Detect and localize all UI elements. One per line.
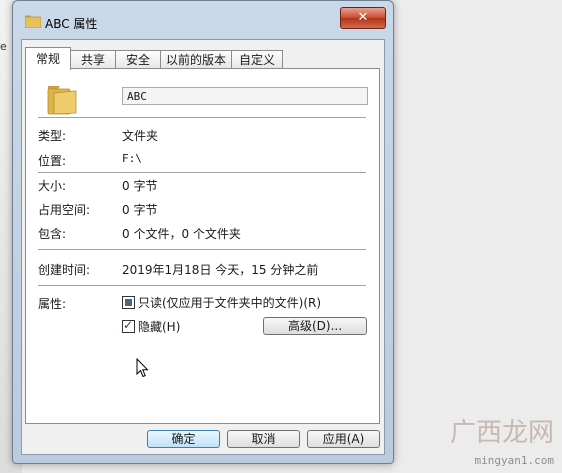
close-icon: ✕ (357, 10, 369, 25)
contains-value: 0 个文件，0 个文件夹 (122, 227, 241, 241)
dialog-client-area: 常规 共享 安全 以前的版本 自定义 ABC 类型: 文件夹 位置: F:\ 大… (21, 39, 385, 455)
close-button[interactable]: ✕ (340, 7, 386, 29)
title-bar[interactable]: ABC 属性 ✕ (13, 1, 393, 37)
created-label: 创建时间: (38, 263, 91, 277)
tab-general[interactable]: 常规 (25, 47, 71, 70)
tab-previous-versions[interactable]: 以前的版本 (160, 50, 232, 69)
mouse-cursor-icon (136, 358, 149, 378)
tab-security[interactable]: 安全 (115, 50, 161, 69)
type-value: 文件夹 (122, 129, 159, 143)
apply-button[interactable]: 应用(A) (307, 430, 380, 448)
separator (38, 285, 366, 287)
background-desktop-right: 广西龙网 mingyan1.com (392, 0, 562, 473)
properties-dialog: ABC 属性 ✕ 常规 共享 安全 以前的版本 自定义 ABC 类型: 文件夹 … (12, 0, 394, 464)
ok-button[interactable]: 确定 (147, 430, 220, 448)
hidden-checkbox[interactable] (122, 318, 135, 333)
folder-icon (25, 15, 41, 28)
separator (38, 172, 366, 174)
type-label: 类型: (38, 129, 67, 143)
location-label: 位置: (38, 154, 67, 168)
attributes-label: 属性: (38, 297, 67, 311)
tab-customize[interactable]: 自定义 (231, 50, 283, 69)
tab-sharing[interactable]: 共享 (70, 50, 116, 69)
location-value: F:\ (122, 152, 142, 165)
separator (38, 249, 366, 251)
contains-label: 包含: (38, 227, 67, 241)
window-title: ABC 属性 (45, 17, 98, 31)
created-value: 2019年1月18日 今天，15 分钟之前 (122, 263, 319, 277)
cancel-button[interactable]: 取消 (227, 430, 300, 448)
folder-name-input[interactable]: ABC (122, 87, 368, 105)
folder-large-icon (47, 86, 77, 115)
size-on-disk-value: 0 字节 (122, 203, 158, 217)
watermark-url: mingyan1.com (474, 454, 554, 467)
size-label: 大小: (38, 179, 67, 193)
advanced-button[interactable]: 高级(D)... (263, 317, 367, 335)
size-on-disk-label: 占用空间: (38, 203, 91, 217)
general-tab-panel: ABC 类型: 文件夹 位置: F:\ 大小: 0 字节 占用空间: 0 字节 … (25, 68, 380, 424)
watermark-text: 广西龙网 (449, 418, 554, 448)
separator (38, 117, 366, 119)
readonly-label: 只读(仅应用于文件夹中的文件)(R) (138, 296, 322, 310)
readonly-checkbox-row[interactable]: 只读(仅应用于文件夹中的文件)(R) (122, 296, 321, 310)
readonly-checkbox[interactable] (122, 296, 135, 309)
hidden-checkbox-row[interactable]: 隐藏(H) (122, 318, 181, 334)
hidden-label: 隐藏(H) (138, 320, 181, 334)
size-value: 0 字节 (122, 179, 158, 193)
